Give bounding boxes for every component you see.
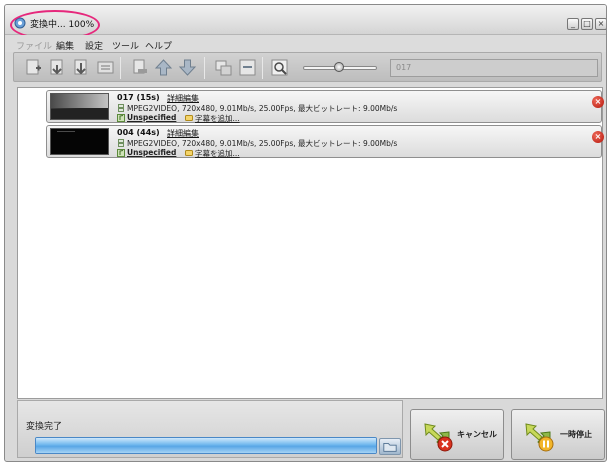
- add-video-icon[interactable]: [24, 58, 43, 77]
- minimize-button[interactable]: _: [567, 18, 579, 30]
- subtitle-icon: [185, 115, 193, 121]
- add-audio-icon[interactable]: [72, 58, 91, 77]
- file-list: 017 (15s) 詳細編集 MPEG2VIDEO, 720x480, 9.01…: [17, 87, 604, 399]
- film-icon: [118, 139, 124, 147]
- cancel-label: キャンセル: [457, 430, 497, 439]
- zoom-slider-thumb[interactable]: [334, 62, 344, 72]
- title-bar: 変換中... 100% _ □ ×: [5, 5, 606, 35]
- file-title: 004 (44s): [117, 128, 160, 137]
- pause-icon: [525, 423, 554, 452]
- file-title: 017 (15s): [117, 93, 160, 102]
- progress-bar: [35, 437, 377, 454]
- merge-icon[interactable]: [214, 58, 233, 77]
- menu-edit[interactable]: 編集: [56, 39, 74, 52]
- menu-help[interactable]: ヘルプ: [145, 39, 172, 52]
- audio-icon: [117, 149, 125, 157]
- add-subtitle-link[interactable]: 字幕を追加...: [195, 113, 240, 124]
- maximize-button[interactable]: □: [581, 18, 593, 30]
- cancel-button[interactable]: キャンセル: [410, 409, 504, 460]
- film-icon: [118, 104, 124, 112]
- clear-list-icon[interactable]: [96, 58, 115, 77]
- remove-file-icon[interactable]: ×: [592, 131, 604, 143]
- cancel-icon: [424, 423, 453, 452]
- add-subtitle-link[interactable]: 字幕を追加...: [195, 148, 240, 159]
- file-row[interactable]: 017 (15s) 詳細編集 MPEG2VIDEO, 720x480, 9.01…: [46, 90, 604, 124]
- toolbar-separator: [204, 57, 205, 79]
- menu-bar: ファイル 編集 設定 ツール ヘルプ: [5, 35, 606, 52]
- output-name-field[interactable]: 017: [390, 59, 598, 77]
- remove-item-icon[interactable]: [130, 58, 149, 77]
- move-up-icon[interactable]: [154, 58, 173, 77]
- toolbar: 017: [13, 52, 602, 82]
- progress-fill: [36, 438, 376, 453]
- app-window: 変換中... 100% _ □ × ファイル 編集 設定 ツール ヘルプ 017…: [4, 4, 607, 462]
- menu-file[interactable]: ファイル: [16, 39, 52, 52]
- audio-track-dropdown[interactable]: Unspecified: [127, 113, 176, 122]
- bottom-panel: 変換完了 キャンセル 一時停止: [17, 400, 605, 461]
- audio-track-dropdown[interactable]: Unspecified: [127, 148, 176, 157]
- status-text: 変換完了: [26, 422, 63, 432]
- file-row[interactable]: 004 (44s) 詳細編集 MPEG2VIDEO, 720x480, 9.01…: [46, 125, 604, 159]
- status-panel: 変換完了: [17, 400, 403, 458]
- app-icon: [14, 17, 26, 29]
- add-folder-icon[interactable]: [48, 58, 67, 77]
- split-icon[interactable]: [238, 58, 257, 77]
- move-down-icon[interactable]: [178, 58, 197, 77]
- video-thumbnail: [50, 128, 109, 155]
- menu-tools[interactable]: ツール: [112, 39, 139, 52]
- subtitle-icon: [185, 150, 193, 156]
- video-thumbnail: [50, 93, 109, 120]
- toolbar-separator: [120, 57, 121, 79]
- menu-settings[interactable]: 設定: [85, 39, 103, 52]
- preview-icon[interactable]: [270, 58, 289, 77]
- pause-button[interactable]: 一時停止: [511, 409, 605, 460]
- pause-label: 一時停止: [560, 430, 592, 439]
- toolbar-separator: [262, 57, 263, 79]
- remove-file-icon[interactable]: ×: [592, 96, 604, 108]
- window-title: 変換中... 100%: [30, 20, 95, 30]
- open-folder-icon[interactable]: [379, 438, 401, 455]
- audio-icon: [117, 114, 125, 122]
- close-button[interactable]: ×: [595, 18, 606, 30]
